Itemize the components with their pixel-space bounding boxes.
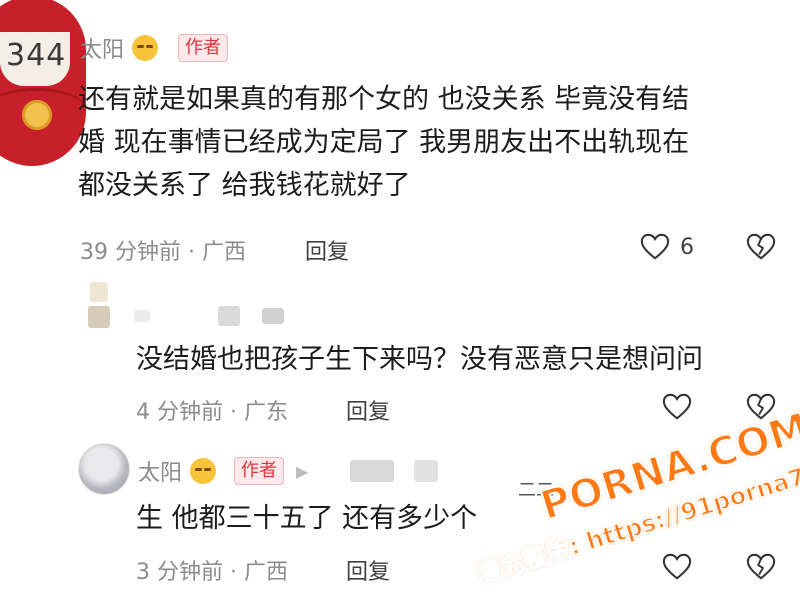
broken-heart-icon[interactable]: [746, 552, 776, 582]
comment-text: 生 他都三十五了 还有多少个: [136, 503, 478, 534]
heart-outline-icon: [640, 233, 670, 260]
reply-arrow-icon: ▶: [296, 461, 309, 481]
username-blur: [262, 308, 284, 324]
like-button[interactable]: 6: [640, 232, 694, 262]
reply-button[interactable]: 回复: [346, 554, 390, 586]
comment-meta: 39 分钟前 · 广西: [80, 240, 246, 265]
username-blur: [350, 460, 394, 482]
heart-outline-icon[interactable]: [662, 552, 692, 582]
comment-meta: 4 分钟前 · 广东: [136, 400, 288, 425]
username[interactable]: 太阳: [80, 32, 124, 64]
comment-header: 太阳 作者: [80, 32, 229, 64]
level-badge-number: 344: [6, 38, 67, 73]
broken-heart-icon[interactable]: [746, 232, 776, 262]
emoji-icon: [190, 458, 217, 484]
comment-text: 没结婚也把孩子生下来吗？没有恶意只是想问问: [136, 344, 703, 375]
avatar[interactable]: [78, 443, 130, 495]
author-badge: 作者: [178, 34, 229, 62]
avatar-blur: [88, 306, 110, 328]
username-blur: [414, 460, 438, 482]
author-badge: 作者: [234, 457, 285, 485]
reply-button[interactable]: 回复: [305, 234, 349, 266]
reply-button[interactable]: 回复: [346, 394, 390, 426]
chat-bubble-icon[interactable]: [662, 392, 692, 422]
comment-line: 都没关系了 给我钱花就好了: [78, 170, 411, 201]
comment-meta: 3 分钟前 · 广西: [136, 560, 288, 585]
username-blur: [134, 310, 150, 322]
like-count: 6: [680, 234, 694, 260]
comment-line: 还有就是如果真的有那个女的 也没关系 毕竟没有结: [78, 84, 690, 115]
comment-header: 太阳 作者 ▶: [138, 455, 308, 487]
avatar[interactable]: 344: [0, 0, 86, 166]
level-badge: 344: [0, 32, 70, 86]
avatar[interactable]: [90, 282, 108, 302]
comment-line: 婚 现在事情已经成为定局了 我男朋友出不出轨现在: [78, 127, 690, 158]
username-blur: [218, 306, 240, 326]
comment-text: 还有就是如果真的有那个女的 也没关系 毕竟没有结 婚 现在事情已经成为定局了 我…: [78, 78, 778, 207]
username[interactable]: 太阳: [138, 455, 182, 487]
emoji-icon: [132, 35, 159, 61]
envelope-coin: [22, 100, 52, 130]
